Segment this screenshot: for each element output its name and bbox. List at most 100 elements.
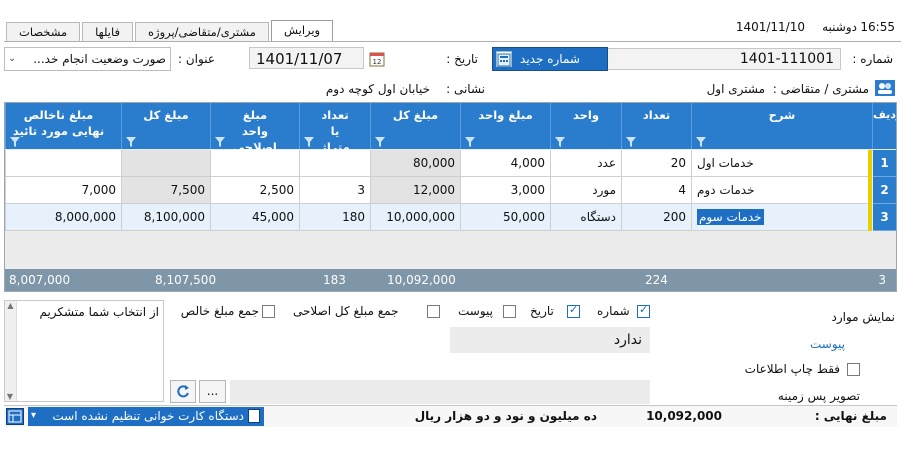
number-field[interactable]: 1401-111001 (595, 48, 841, 70)
table-cell-corrected-unit-price[interactable]: 45,000 (210, 204, 299, 231)
background-image-label: تصویر پس زمینه (777, 389, 860, 403)
row-number: 1 (873, 150, 896, 177)
table-cell-qty-area[interactable]: 180 (299, 204, 370, 231)
table-cell-unit[interactable]: مورد (550, 177, 621, 204)
title-select[interactable]: صورت وضعیت انجام خد... ⌄ (4, 47, 171, 71)
col-header-unit[interactable]: واحد (550, 103, 621, 149)
invoice-window: 16:55 دوشنبه 1401/11/10 ویرایش مشتری/متق… (0, 0, 905, 458)
card-reader-status[interactable]: دستگاه کارت خوانی تنظیم نشده است ▾ (28, 407, 264, 426)
title-label: عنوان : (178, 52, 215, 66)
torn-edge-top (0, 0, 905, 18)
summary-qty-area: 183 (323, 273, 346, 287)
col-header-corrected-total[interactable]: مبلغ کل (121, 103, 210, 149)
filter-icon[interactable] (465, 136, 475, 147)
table-cell-final[interactable]: 7,000 (5, 177, 121, 204)
final-amount-value: 10,092,000 (646, 409, 722, 423)
filter-icon[interactable] (696, 136, 706, 147)
filter-icon[interactable] (215, 136, 225, 147)
date-text: 1401/11/10 (735, 20, 805, 34)
table-cell-unit-price[interactable]: 50,000 (460, 204, 550, 231)
settings-panel-icon[interactable] (6, 408, 24, 425)
table-cell-description[interactable]: خدمات اول (691, 150, 868, 177)
attachment-value: ندارد (450, 327, 650, 353)
col-header-description[interactable]: شرح (691, 103, 872, 149)
table-cell-unit-price[interactable]: 4,000 (460, 150, 550, 177)
checkbox-attachment[interactable] (503, 305, 516, 318)
checkbox-print-only[interactable] (847, 363, 860, 376)
customer-icon[interactable] (875, 80, 895, 96)
tab-edit[interactable]: ویرایش (270, 20, 334, 41)
card-reader-icon (248, 409, 260, 423)
number-label: شماره : (852, 52, 893, 66)
col-header-qty-area[interactable]: تعداد یا متراژ (299, 103, 370, 154)
table-cell-corrected-unit-price[interactable]: 2,500 (210, 177, 299, 204)
address-label: نشانی : (446, 82, 485, 96)
checkbox-net-sum[interactable] (262, 305, 275, 318)
table-cell-total[interactable]: 12,000 (370, 177, 460, 204)
checkbox-date[interactable] (567, 303, 580, 318)
filter-icon[interactable] (304, 136, 314, 147)
calculator-icon (496, 51, 512, 67)
col-header-unit-price[interactable]: مبلغ واحد (460, 103, 550, 149)
filter-icon[interactable] (126, 136, 136, 147)
table-cell-qty-area[interactable] (299, 150, 370, 177)
table-cell-corrected-total[interactable] (121, 150, 210, 177)
table-cell-corrected-unit-price[interactable] (210, 150, 299, 177)
table-cell-quantity[interactable]: 200 (621, 204, 691, 231)
clock-text: 16:55 (860, 20, 895, 34)
table-cell-unit-price[interactable]: 3,000 (460, 177, 550, 204)
table-cell-unit[interactable]: عدد (550, 150, 621, 177)
table-cell-description[interactable]: خدمات سوم (691, 204, 868, 231)
tab-files[interactable]: فایلها (82, 22, 133, 41)
show-items-label: نمایش موارد (831, 310, 896, 324)
date-field[interactable]: 1401/11/07 (249, 47, 364, 69)
summary-total: 10,092,000 (387, 273, 456, 287)
checkbox-number[interactable] (637, 303, 650, 318)
table-cell-unit[interactable]: دستگاه (550, 204, 621, 231)
summary-corrected-total: 8,107,500 (155, 273, 217, 287)
new-number-button[interactable]: شماره جدید (492, 47, 608, 71)
table-cell-final[interactable] (5, 150, 121, 177)
table-cell-qty-area[interactable]: 3 (299, 177, 370, 204)
table-cell-total[interactable]: 10,000,000 (370, 204, 460, 231)
refresh-icon (177, 385, 189, 398)
col-header-final-approved[interactable]: مبلغ ناخالص نهایی مورد تائید (5, 103, 121, 149)
attachment-link[interactable]: پیوست (810, 337, 845, 351)
filter-icon[interactable] (10, 136, 20, 147)
table-cell-corrected-total[interactable]: 8,100,000 (121, 204, 210, 231)
refresh-button[interactable] (170, 380, 196, 403)
table-cell-corrected-total[interactable]: 7,500 (121, 177, 210, 204)
col-header-quantity[interactable]: تعداد (621, 103, 691, 149)
scrollbar[interactable]: ▲ ▼ (5, 301, 17, 401)
summary-final: 8,007,000 (9, 273, 71, 287)
table-cell-quantity[interactable]: 20 (621, 150, 691, 177)
row-number: 3 (873, 204, 896, 231)
tab-specs[interactable]: مشخصات (6, 22, 81, 41)
new-number-label: شماره جدید (520, 52, 580, 66)
scroll-down-icon[interactable]: ▼ (4, 392, 16, 401)
filter-icon[interactable] (555, 136, 565, 147)
checkbox-attachment-label: پیوست (458, 304, 493, 318)
table-cell-description[interactable]: خدمات دوم (691, 177, 868, 204)
address-value: خیابان اول کوچه دوم (325, 82, 430, 96)
filter-icon[interactable] (375, 136, 385, 147)
title-select-value: صورت وضعیت انجام خد... (33, 52, 166, 66)
table-cell-quantity[interactable]: 4 (621, 177, 691, 204)
thanks-textarea[interactable]: از انتخاب شما متشکریم ▲ ▼ (4, 300, 164, 402)
tab-strip: ویرایش مشتری/متقاضی/پروژه فایلها مشخصات (4, 20, 334, 42)
table-cell-final[interactable]: 8,000,000 (5, 204, 121, 231)
checkbox-corrected-total-sum[interactable] (427, 305, 440, 318)
calendar-icon[interactable]: 12 (369, 51, 385, 67)
col-header-corrected-unit-price[interactable]: مبلغ واحد اصلاحی (210, 103, 299, 154)
summary-quantity: 224 (645, 273, 668, 287)
col-header-total[interactable]: مبلغ کل (370, 103, 460, 149)
table-cell-total[interactable]: 80,000 (370, 150, 460, 177)
background-image-field[interactable] (230, 380, 650, 404)
invoice-grid: ردیف شرح تعداد واحد مبلغ واحد مبلغ کل تع… (4, 102, 897, 292)
col-header-row[interactable]: ردیف (872, 103, 896, 149)
day-text: دوشنبه (822, 20, 857, 34)
filter-icon[interactable] (626, 136, 636, 147)
scroll-up-icon[interactable]: ▲ (5, 301, 16, 310)
browse-button[interactable]: ... (199, 380, 226, 403)
tab-customer-project[interactable]: مشتری/متقاضی/پروژه (134, 22, 269, 41)
